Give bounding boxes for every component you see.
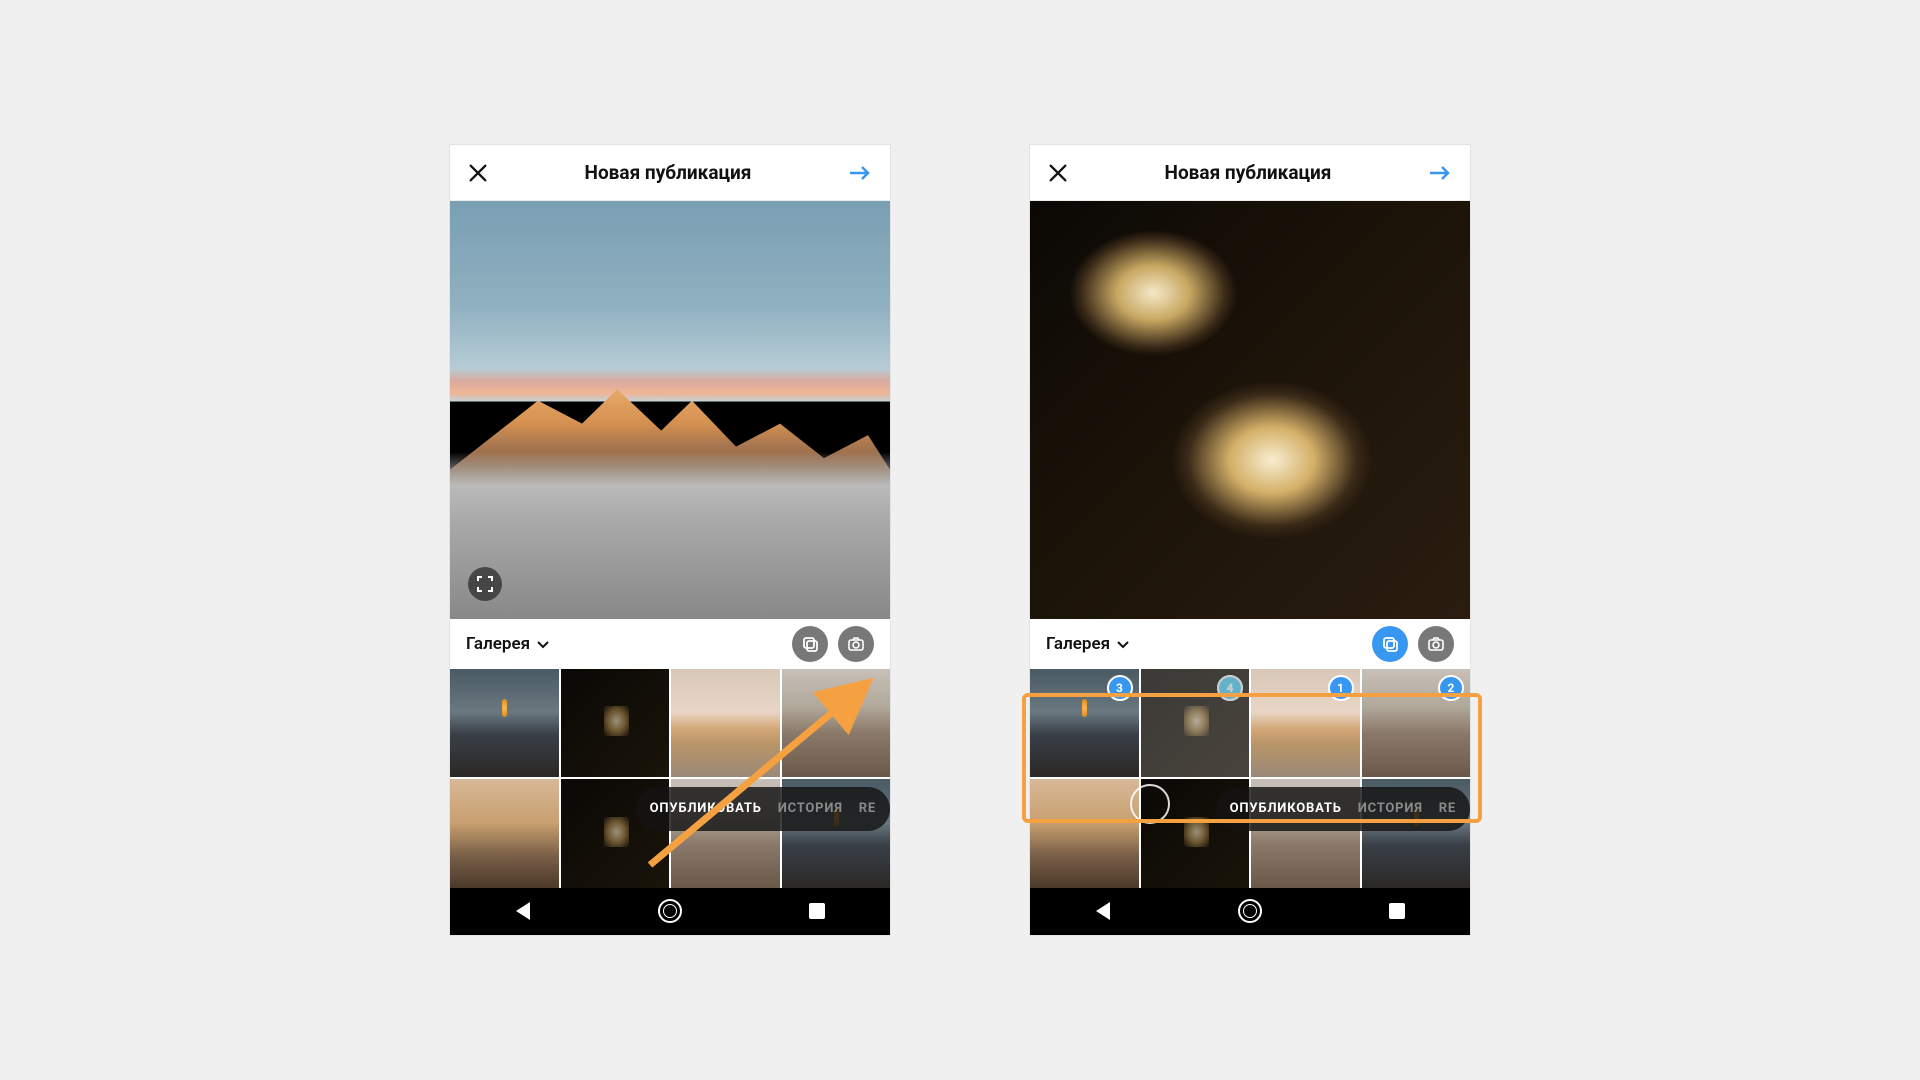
preview-image-mountain: [450, 201, 890, 619]
multi-select-button-active[interactable]: [1372, 626, 1408, 662]
selection-badge: 1: [1328, 675, 1354, 701]
selection-badge: 2: [1438, 675, 1464, 701]
page-title: Новая публикация: [1165, 161, 1332, 184]
camera-button[interactable]: [838, 626, 874, 662]
selection-badge: 3: [1107, 675, 1133, 701]
phone-screen-left: Новая публикация Галерея: [450, 145, 890, 935]
gallery-thumb[interactable]: [450, 779, 559, 888]
nav-recent-button[interactable]: [1377, 891, 1417, 931]
gallery-grid: ОПУБЛИКОВАТЬ ИСТОРИЯ RE: [450, 669, 890, 888]
next-button[interactable]: [846, 159, 874, 187]
nav-back-button[interactable]: [503, 891, 543, 931]
gallery-toolbar: Галерея: [450, 619, 890, 668]
mode-publish[interactable]: ОПУБЛИКОВАТЬ: [650, 801, 762, 816]
gallery-grid: 3 4 1 2 ОПУБЛИКОВАТЬ ИСТОРИЯ RE: [1030, 669, 1470, 888]
selection-badge: 4: [1217, 675, 1243, 701]
android-nav-bar: [450, 888, 890, 936]
chevron-down-icon: [536, 637, 550, 651]
nav-home-button[interactable]: [650, 891, 690, 931]
selected-preview[interactable]: [450, 201, 890, 619]
multi-select-button[interactable]: [792, 626, 828, 662]
gallery-toolbar: Галерея: [1030, 619, 1470, 668]
android-nav-bar: [1030, 888, 1470, 936]
gallery-thumb[interactable]: [782, 669, 891, 778]
gallery-thumb[interactable]: [450, 669, 559, 778]
unselected-circle-indicator: [1130, 784, 1170, 824]
gallery-label-text: Галерея: [466, 634, 530, 654]
gallery-thumb[interactable]: [561, 669, 670, 778]
mode-pill[interactable]: ОПУБЛИКОВАТЬ ИСТОРИЯ RE: [636, 787, 890, 831]
selected-preview[interactable]: [1030, 201, 1470, 619]
gallery-thumb-selected[interactable]: 3: [1030, 669, 1139, 778]
close-button[interactable]: [466, 161, 490, 185]
next-button[interactable]: [1426, 159, 1454, 187]
gallery-dropdown[interactable]: Галерея: [1046, 634, 1130, 654]
gallery-thumb-selected[interactable]: 2: [1362, 669, 1471, 778]
preview-image-lamps: [1030, 201, 1470, 619]
gallery-actions: [792, 626, 874, 662]
gallery-thumb[interactable]: [671, 669, 780, 778]
mode-story[interactable]: ИСТОРИЯ: [1358, 801, 1423, 816]
camera-button[interactable]: [1418, 626, 1454, 662]
expand-crop-button[interactable]: [468, 567, 502, 601]
gallery-label-text: Галерея: [1046, 634, 1110, 654]
gallery-actions: [1372, 626, 1454, 662]
nav-back-button[interactable]: [1083, 891, 1123, 931]
mode-publish[interactable]: ОПУБЛИКОВАТЬ: [1230, 801, 1342, 816]
gallery-thumb-selected[interactable]: 1: [1251, 669, 1360, 778]
nav-recent-button[interactable]: [797, 891, 837, 931]
chevron-down-icon: [1116, 637, 1130, 651]
page-title: Новая публикация: [585, 161, 752, 184]
gallery-dropdown[interactable]: Галерея: [466, 634, 550, 654]
phone-screen-right: Новая публикация Галерея 3 4 1: [1030, 145, 1470, 935]
close-button[interactable]: [1046, 161, 1070, 185]
gallery-thumb[interactable]: [1030, 779, 1139, 888]
header-bar: Новая публикация: [450, 145, 890, 201]
header-bar: Новая публикация: [1030, 145, 1470, 201]
mode-reels[interactable]: RE: [1439, 801, 1456, 816]
mode-story[interactable]: ИСТОРИЯ: [778, 801, 843, 816]
mode-pill[interactable]: ОПУБЛИКОВАТЬ ИСТОРИЯ RE: [1216, 787, 1470, 831]
nav-home-button[interactable]: [1230, 891, 1270, 931]
mode-reels[interactable]: RE: [859, 801, 876, 816]
gallery-thumb-selected[interactable]: 4: [1141, 669, 1250, 778]
